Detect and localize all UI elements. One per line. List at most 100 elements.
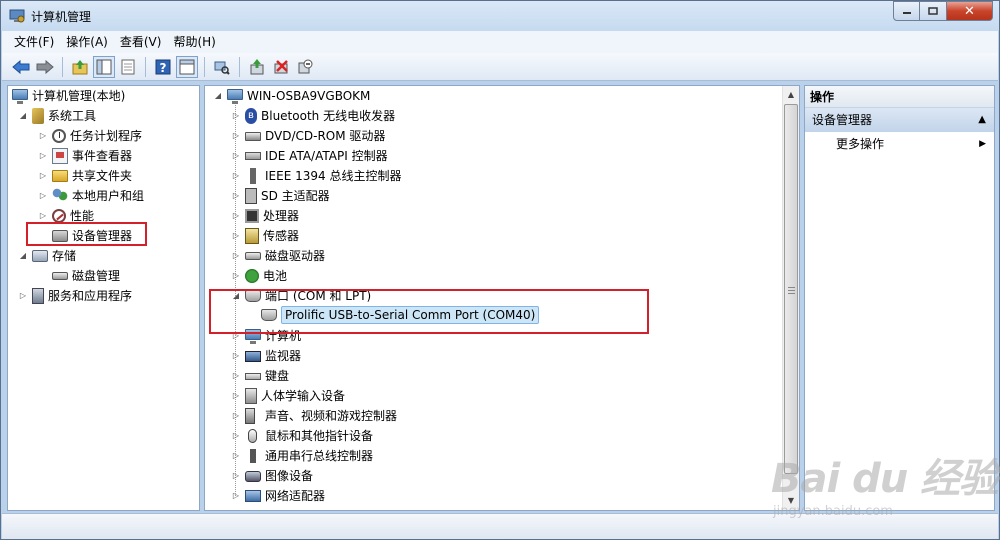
expand-arrow-icon[interactable]: ▷ bbox=[231, 271, 241, 281]
help-button[interactable]: ? bbox=[152, 56, 174, 78]
menu-file[interactable]: 文件(F) bbox=[8, 31, 60, 53]
forward-button[interactable] bbox=[34, 56, 56, 78]
device-category-imaging[interactable]: ▷ 图像设备 bbox=[231, 466, 313, 486]
device-category-usb[interactable]: ▷ 通用串行总线控制器 bbox=[231, 446, 373, 466]
device-category-computer[interactable]: ▷ 计算机 bbox=[231, 326, 301, 346]
device-category-hid[interactable]: ▷ 人体学输入设备 bbox=[231, 386, 345, 406]
expand-arrow-icon[interactable]: ▷ bbox=[231, 231, 241, 241]
grip-icon bbox=[788, 287, 795, 294]
tree-item-services-apps[interactable]: ▷ 服务和应用程序 bbox=[18, 286, 132, 306]
up-level-button[interactable] bbox=[69, 56, 91, 78]
back-button[interactable] bbox=[10, 56, 32, 78]
expand-arrow-icon[interactable]: ▷ bbox=[231, 171, 241, 181]
update-driver-button[interactable] bbox=[246, 56, 268, 78]
device-category-bluetooth[interactable]: ▷ Bluetooth 无线电收发器 bbox=[231, 106, 395, 126]
menu-action[interactable]: 操作(A) bbox=[60, 31, 114, 53]
device-category-network[interactable]: ▷ 网络适配器 bbox=[231, 486, 325, 506]
expand-arrow-icon[interactable]: ▷ bbox=[231, 151, 241, 161]
device-prolific-usb-serial[interactable]: Prolific USB-to-Serial Comm Port (COM40) bbox=[261, 305, 540, 325]
device-category-keyboard[interactable]: ▷ 键盘 bbox=[231, 366, 289, 386]
device-category-ports[interactable]: ◢ 端口 (COM 和 LPT) bbox=[231, 286, 371, 306]
computer-management-icon bbox=[9, 8, 25, 24]
collapse-triangle-icon[interactable]: ▲ bbox=[978, 108, 986, 132]
collapse-arrow-icon[interactable]: ◢ bbox=[213, 91, 223, 101]
expand-arrow-icon[interactable]: ▷ bbox=[38, 211, 48, 221]
expand-arrow-icon[interactable]: ▷ bbox=[231, 491, 241, 501]
device-category-label: 监视器 bbox=[265, 349, 302, 363]
expand-arrow-icon[interactable]: ▷ bbox=[231, 331, 241, 341]
title-bar[interactable]: 计算机管理 ✕ bbox=[1, 1, 999, 31]
tree-item-storage[interactable]: ◢ 存储 bbox=[18, 246, 76, 266]
tree-item-event-viewer[interactable]: ▷ 事件查看器 bbox=[38, 146, 132, 166]
collapse-arrow-icon[interactable]: ◢ bbox=[18, 251, 28, 261]
expand-arrow-icon[interactable]: ▷ bbox=[231, 211, 241, 221]
device-category-dvd[interactable]: ▷ DVD/CD-ROM 驱动器 bbox=[231, 126, 386, 146]
show-console-tree-button[interactable] bbox=[93, 55, 115, 78]
scroll-up-icon[interactable]: ▲ bbox=[783, 86, 799, 103]
tree-item-system-tools[interactable]: ◢ 系统工具 bbox=[18, 106, 96, 126]
device-category-ieee1394[interactable]: ▷ IEEE 1394 总线主控制器 bbox=[231, 166, 401, 186]
disable-device-button[interactable] bbox=[294, 56, 316, 78]
toolbar: ? bbox=[2, 53, 998, 81]
tree-item-local-users[interactable]: ▷ 本地用户和组 bbox=[38, 186, 144, 206]
device-category-processor[interactable]: ▷ 处理器 bbox=[231, 206, 299, 226]
view-button[interactable] bbox=[176, 55, 198, 78]
collapse-arrow-icon[interactable]: ◢ bbox=[18, 111, 28, 121]
properties-button[interactable] bbox=[117, 56, 139, 78]
more-actions-item[interactable]: 更多操作 ▶ bbox=[805, 134, 994, 154]
tree-item-task-scheduler[interactable]: ▷ 任务计划程序 bbox=[38, 126, 142, 146]
device-category-monitor[interactable]: ▷ 监视器 bbox=[231, 346, 301, 366]
camera-icon bbox=[245, 470, 261, 482]
menu-help[interactable]: 帮助(H) bbox=[167, 31, 221, 53]
sd-adapter-icon bbox=[245, 188, 257, 204]
expand-arrow-icon[interactable]: ▷ bbox=[231, 391, 241, 401]
device-category-label: 处理器 bbox=[263, 209, 300, 223]
uninstall-button[interactable] bbox=[270, 56, 292, 78]
port-icon bbox=[245, 290, 261, 302]
expand-arrow-icon[interactable]: ▷ bbox=[38, 131, 48, 141]
scan-hardware-button[interactable] bbox=[211, 56, 233, 78]
device-category-ide[interactable]: ▷ IDE ATA/ATAPI 控制器 bbox=[231, 146, 388, 166]
tree-item-label: 任务计划程序 bbox=[70, 129, 143, 143]
expand-arrow-icon[interactable]: ▷ bbox=[231, 471, 241, 481]
tree-item-disk-management[interactable]: 磁盘管理 bbox=[52, 266, 120, 286]
tree-item-device-manager[interactable]: 设备管理器 bbox=[52, 226, 132, 246]
expand-arrow-icon[interactable]: ▷ bbox=[231, 371, 241, 381]
processor-icon bbox=[245, 209, 259, 223]
update-driver-icon bbox=[250, 58, 264, 74]
device-tree-root[interactable]: ◢ WIN-OSBA9VGBOKM bbox=[213, 86, 370, 106]
expand-arrow-icon[interactable]: ▷ bbox=[38, 151, 48, 161]
maximize-button[interactable] bbox=[920, 1, 947, 21]
device-category-mouse[interactable]: ▷ 鼠标和其他指针设备 bbox=[231, 426, 373, 446]
expand-arrow-icon[interactable]: ▷ bbox=[231, 131, 241, 141]
expand-arrow-icon[interactable]: ▷ bbox=[231, 191, 241, 201]
close-button[interactable]: ✕ bbox=[947, 1, 993, 21]
tree-item-shared-folders[interactable]: ▷ 共享文件夹 bbox=[38, 166, 132, 186]
menu-view[interactable]: 查看(V) bbox=[114, 31, 168, 53]
expand-arrow-icon[interactable]: ▷ bbox=[38, 191, 48, 201]
expand-arrow-icon[interactable]: ▷ bbox=[231, 111, 241, 121]
expand-arrow-icon[interactable]: ▷ bbox=[231, 251, 241, 261]
expand-arrow-icon[interactable]: ▷ bbox=[231, 411, 241, 421]
tree-item-label: 磁盘管理 bbox=[72, 269, 121, 283]
expand-arrow-icon[interactable]: ▷ bbox=[18, 291, 28, 301]
minimize-button[interactable] bbox=[893, 1, 920, 21]
tree-item-performance[interactable]: ▷ 性能 bbox=[38, 206, 94, 226]
collapse-arrow-icon[interactable]: ◢ bbox=[231, 291, 241, 301]
expand-arrow-icon[interactable]: ▷ bbox=[38, 171, 48, 181]
folder-up-icon bbox=[72, 59, 88, 74]
scrollbar-thumb[interactable] bbox=[784, 104, 798, 474]
watermark-url: jingyan.baidu.com bbox=[773, 504, 893, 519]
expand-arrow-icon[interactable]: ▷ bbox=[231, 431, 241, 441]
expand-arrow-icon[interactable]: ▷ bbox=[231, 351, 241, 361]
device-category-sensor[interactable]: ▷ 传感器 bbox=[231, 226, 299, 246]
tree-item-root[interactable]: 计算机管理(本地) bbox=[12, 86, 125, 106]
device-category-sd[interactable]: ▷ SD 主适配器 bbox=[231, 186, 330, 206]
expand-arrow-icon[interactable]: ▷ bbox=[231, 451, 241, 461]
device-category-battery[interactable]: ▷ 电池 bbox=[231, 266, 287, 286]
mouse-icon bbox=[248, 429, 257, 443]
actions-section-device-manager[interactable]: 设备管理器 ▲ bbox=[805, 108, 994, 132]
device-category-disk-drives[interactable]: ▷ 磁盘驱动器 bbox=[231, 246, 325, 266]
device-category-sound[interactable]: ▷ 声音、视频和游戏控制器 bbox=[231, 406, 397, 426]
performance-icon bbox=[52, 209, 66, 223]
